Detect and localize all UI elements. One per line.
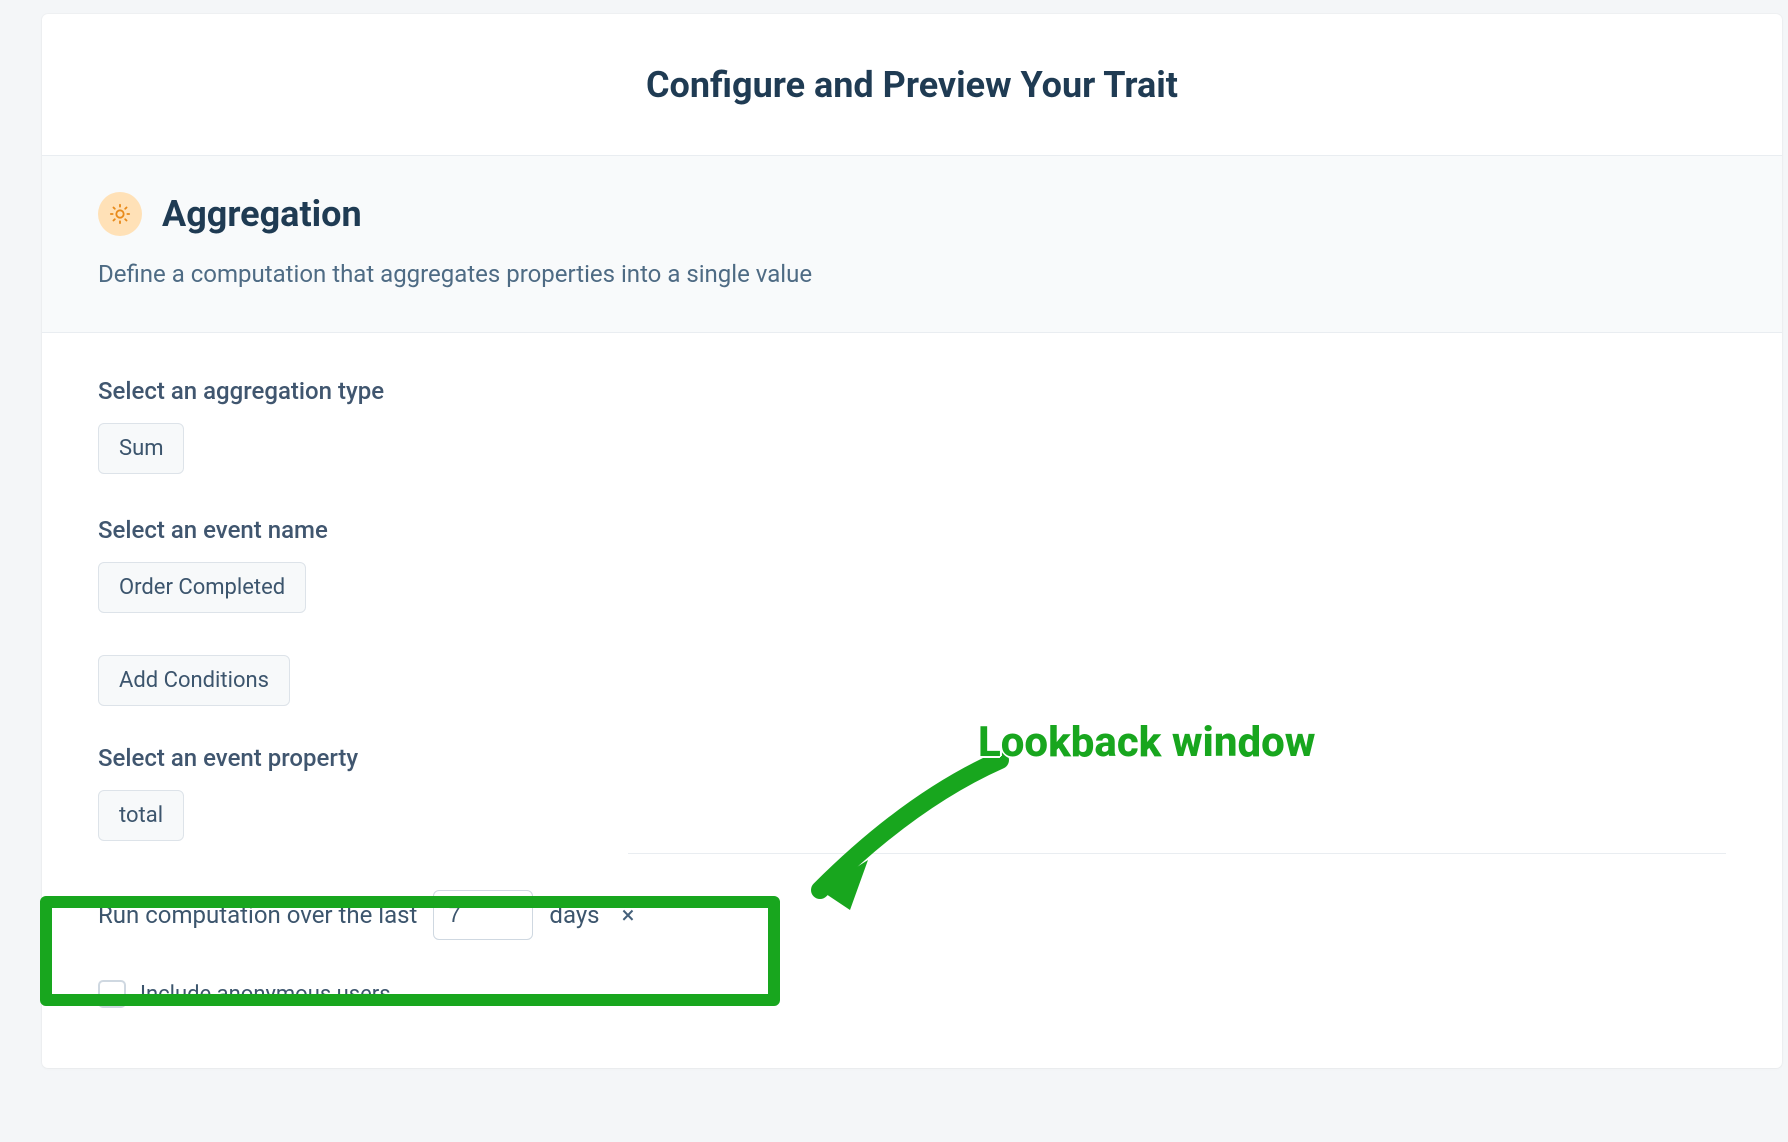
- event-property-select[interactable]: total: [98, 790, 184, 841]
- aggregation-section-header: Aggregation Define a computation that ag…: [42, 156, 1782, 333]
- lookback-value-input[interactable]: [433, 890, 533, 940]
- form-body: Select an aggregation type Sum Select an…: [42, 333, 1782, 1068]
- lookback-prefix-text: Run computation over the last: [98, 901, 417, 929]
- section-title: Aggregation: [162, 193, 362, 235]
- lookback-unit-text: days: [549, 901, 599, 929]
- clear-lookback-icon[interactable]: ×: [616, 901, 641, 929]
- aggregation-type-label: Select an aggregation type: [98, 377, 1726, 405]
- aggregation-type-select[interactable]: Sum: [98, 423, 184, 474]
- add-conditions-button[interactable]: Add Conditions: [98, 655, 290, 706]
- lookback-window-row: Run computation over the last days ×: [98, 854, 1726, 976]
- event-property-label: Select an event property: [98, 744, 1726, 772]
- add-conditions-group: Add Conditions: [98, 655, 1726, 706]
- event-name-group: Select an event name Order Completed: [98, 516, 1726, 613]
- section-subtitle: Define a computation that aggregates pro…: [98, 260, 1726, 288]
- aggregation-type-group: Select an aggregation type Sum: [98, 377, 1726, 474]
- event-name-label: Select an event name: [98, 516, 1726, 544]
- event-property-group: Select an event property total: [98, 744, 1726, 841]
- page-header: Configure and Preview Your Trait: [42, 14, 1782, 156]
- include-anonymous-checkbox[interactable]: [98, 980, 126, 1008]
- page-title: Configure and Preview Your Trait: [646, 64, 1178, 106]
- trait-config-card: Configure and Preview Your Trait Aggrega…: [42, 14, 1782, 1068]
- section-title-row: Aggregation: [98, 192, 1726, 236]
- include-anonymous-row: Include anonymous users: [98, 980, 1726, 1008]
- event-name-select[interactable]: Order Completed: [98, 562, 306, 613]
- gear-icon: [98, 192, 142, 236]
- annotation-label: Lookback window: [978, 718, 1315, 767]
- include-anonymous-label: Include anonymous users: [140, 982, 391, 1007]
